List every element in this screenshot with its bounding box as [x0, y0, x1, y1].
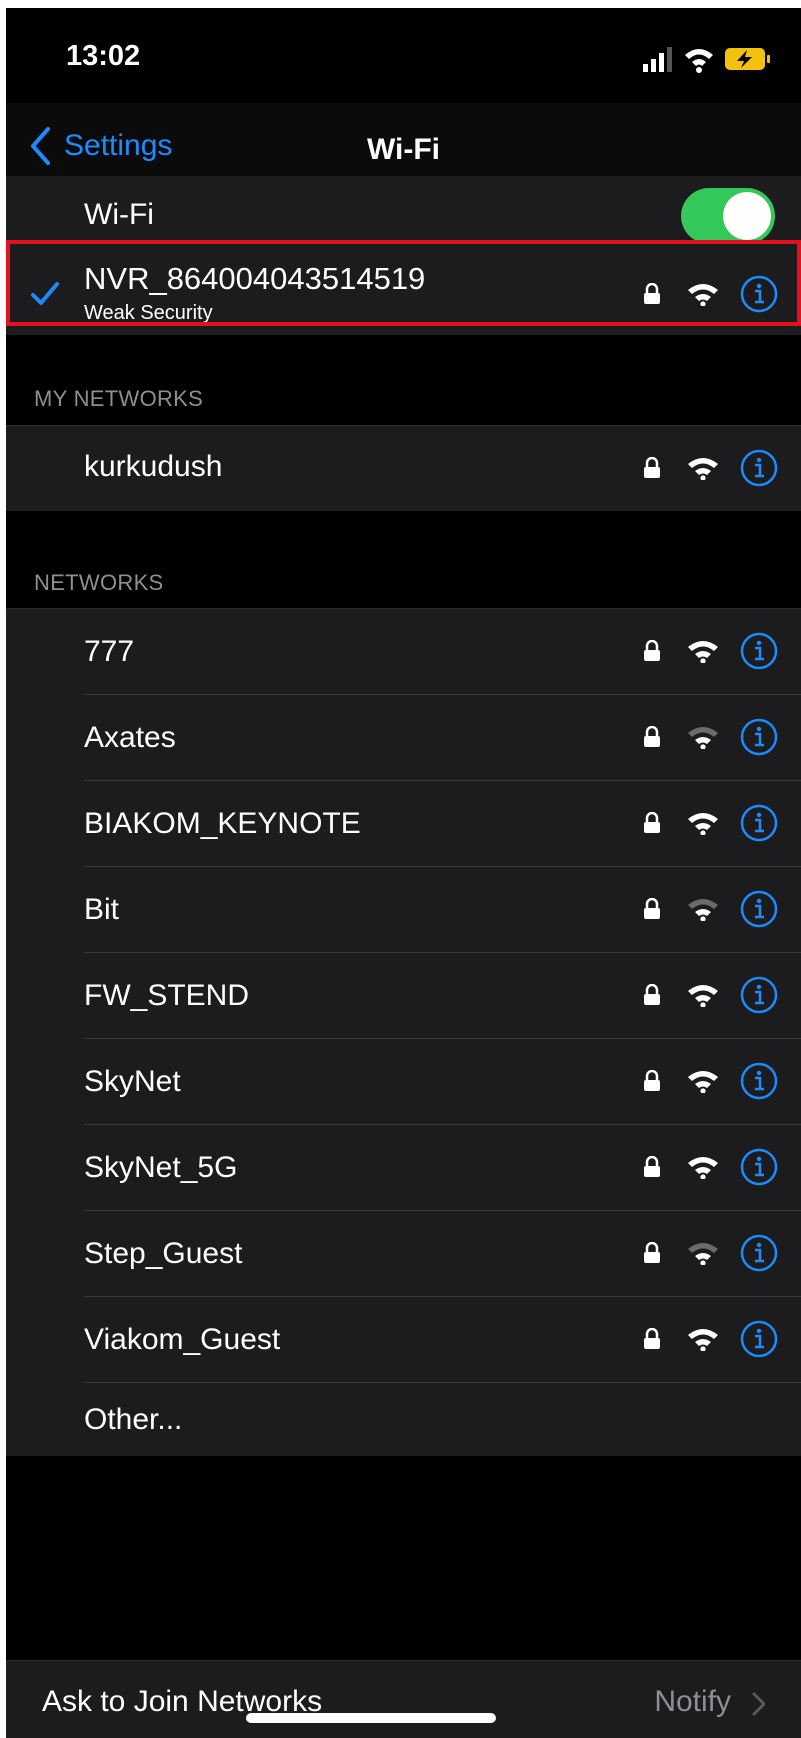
network-name: Step_Guest: [84, 1237, 243, 1270]
lock-icon: [644, 1070, 660, 1091]
info-icon[interactable]: [739, 1319, 779, 1359]
wifi-toggle-row: Wi-Fi: [6, 176, 801, 253]
info-icon[interactable]: [739, 1147, 779, 1187]
network-name: kurkudush: [84, 450, 223, 483]
lock-icon: [644, 898, 660, 919]
network-icons: [643, 889, 779, 929]
info-icon[interactable]: [739, 1233, 779, 1273]
chevron-right-icon: [752, 1692, 766, 1716]
ask-to-join-row[interactable]: Ask to Join Networks Notify: [6, 1660, 801, 1738]
list-item[interactable]: Step_Guest: [6, 1211, 801, 1297]
status-time: 13:02: [66, 40, 141, 72]
wifi-strong-icon: [688, 813, 718, 835]
toggle-knob: [723, 192, 771, 240]
connected-network-subtitle: Weak Security: [84, 302, 213, 324]
network-name: FW_STEND: [84, 979, 249, 1012]
other-network-label: Other...: [84, 1403, 183, 1436]
wifi-toggle-label: Wi-Fi: [84, 198, 154, 231]
home-indicator[interactable]: [246, 1713, 496, 1723]
network-icons: [643, 717, 779, 757]
wifi-strong-icon: [688, 641, 718, 663]
checkmark-icon: [31, 282, 59, 305]
ask-to-join-value: Notify: [654, 1685, 731, 1718]
info-icon[interactable]: [739, 975, 779, 1015]
lock-icon: [644, 1156, 660, 1177]
list-item[interactable]: Viakom_Guest: [6, 1297, 801, 1383]
info-icon[interactable]: [739, 803, 779, 843]
wifi-status-icon: [685, 49, 713, 73]
wifi-strong-icon: [688, 1329, 718, 1351]
network-icons: [643, 1147, 779, 1187]
network-name: Axates: [84, 721, 176, 754]
network-name: Bit: [84, 893, 120, 926]
wifi-strong-icon: [688, 458, 718, 480]
lock-icon: [644, 812, 660, 833]
network-icons: [643, 975, 779, 1015]
list-item[interactable]: BIAKOM_KEYNOTE: [6, 781, 801, 867]
info-icon[interactable]: [739, 889, 779, 929]
network-name: SkyNet: [84, 1065, 181, 1098]
wifi-strong-icon: [688, 985, 718, 1007]
network-icons: [643, 274, 779, 314]
network-name: SkyNet_5G: [84, 1151, 238, 1184]
wifi-weak-icon: [688, 727, 718, 749]
connected-network-name: NVR_864004043514519: [84, 261, 426, 296]
lock-icon: [644, 457, 660, 478]
list-item[interactable]: FW_STEND: [6, 953, 801, 1039]
list-item[interactable]: Bit: [6, 867, 801, 953]
list-item[interactable]: Axates: [6, 695, 801, 781]
battery-charging-icon: [725, 48, 770, 70]
wifi-toggle[interactable]: [681, 188, 775, 244]
network-name: BIAKOM_KEYNOTE: [84, 807, 361, 840]
status-icons: [643, 47, 770, 73]
wifi-weak-icon: [688, 1243, 718, 1265]
network-icons: [643, 1319, 779, 1359]
networks-list: 777 Axates BIAKOM_KEYNOTE Bit FW_STEND S…: [6, 608, 801, 1456]
lock-icon: [644, 640, 660, 661]
list-item[interactable]: SkyNet_5G: [6, 1125, 801, 1211]
my-networks-header: MY NETWORKS: [34, 386, 204, 411]
list-item[interactable]: 777: [6, 609, 801, 695]
lock-icon: [644, 726, 660, 747]
connected-network-row[interactable]: NVR_864004043514519 Weak Security: [6, 253, 801, 335]
page-title: Wi-Fi: [366, 133, 441, 166]
network-icons: [643, 1233, 779, 1273]
phone-screen: 13:02 Settings Wi-Fi Wi-Fi NVR_864004043…: [6, 8, 801, 1738]
network-icons: [643, 631, 779, 671]
lock-icon: [644, 283, 660, 304]
list-item[interactable]: kurkudush: [6, 425, 801, 511]
other-network-row[interactable]: Other...: [6, 1383, 801, 1456]
network-icons: [643, 1061, 779, 1101]
info-icon[interactable]: [739, 1061, 779, 1101]
status-bar: 13:02: [6, 8, 801, 103]
wifi-weak-icon: [688, 899, 718, 921]
wifi-strong-icon: [688, 284, 718, 306]
network-icons: [643, 448, 779, 488]
cellular-signal-icon: [643, 47, 672, 72]
info-icon[interactable]: [739, 274, 779, 314]
network-icons: [643, 803, 779, 843]
info-icon[interactable]: [739, 448, 779, 488]
info-icon[interactable]: [739, 717, 779, 757]
network-name: 777: [84, 635, 135, 668]
lock-icon: [644, 1328, 660, 1349]
lock-icon: [644, 984, 660, 1005]
list-item[interactable]: SkyNet: [6, 1039, 801, 1125]
lock-icon: [644, 1242, 660, 1263]
networks-header: NETWORKS: [34, 570, 164, 595]
wifi-strong-icon: [688, 1157, 718, 1179]
wifi-strong-icon: [688, 1071, 718, 1093]
network-name: Viakom_Guest: [84, 1323, 281, 1356]
info-icon[interactable]: [739, 631, 779, 671]
